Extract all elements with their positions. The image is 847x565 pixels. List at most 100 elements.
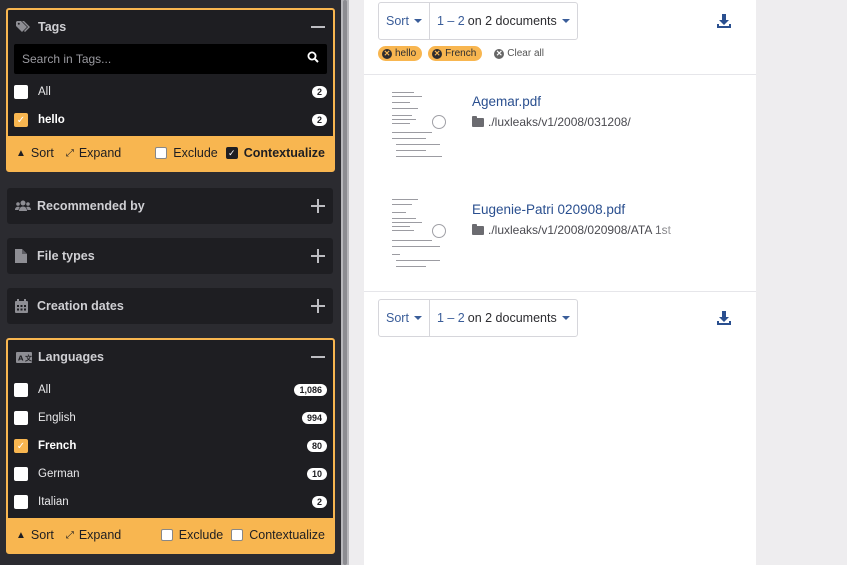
exclude-label: Exclude xyxy=(178,528,224,542)
creation-dates-filter-panel[interactable]: Creation dates xyxy=(7,288,333,324)
file-types-filter-panel[interactable]: File types xyxy=(7,238,333,274)
filter-option-label: hello xyxy=(38,114,65,126)
document-path: ./luxleaks/v1/2008/031208/ xyxy=(472,115,692,129)
pagination-dropdown[interactable]: 1 – 2 on 2 documents xyxy=(428,300,577,336)
clear-all-label: Clear all xyxy=(507,48,544,59)
filter-option-label: French xyxy=(38,440,77,452)
count-badge: 2 xyxy=(311,114,327,126)
expand-button[interactable]: ⤢ Expand xyxy=(66,528,121,542)
languages-panel-footer: ▲ Sort ⤢ Expand Exclude Contextualize xyxy=(8,518,333,552)
checkbox[interactable] xyxy=(155,147,168,159)
file-icon xyxy=(15,249,31,263)
search-icon[interactable] xyxy=(307,50,319,68)
document-title-link[interactable]: Agemar.pdf xyxy=(472,94,541,109)
filter-chip-french[interactable]: ✕ French xyxy=(428,46,483,61)
caret-down-icon xyxy=(561,316,570,320)
checkbox[interactable] xyxy=(14,467,28,481)
contextualize-label: Contextualize xyxy=(249,528,325,542)
sort-button[interactable]: ▲ Sort xyxy=(16,146,54,160)
download-icon[interactable] xyxy=(716,310,732,326)
checkbox[interactable] xyxy=(14,85,28,99)
download-icon[interactable] xyxy=(716,13,732,29)
pagination-range: 1 – 2 xyxy=(436,14,465,28)
filter-option-all[interactable]: All 2 xyxy=(8,78,333,106)
filter-chip-hello[interactable]: ✕ hello xyxy=(378,46,423,61)
checkbox[interactable] xyxy=(14,383,28,397)
file-types-panel-title: File types xyxy=(37,249,95,263)
file-types-panel-header[interactable]: File types xyxy=(7,238,333,274)
sort-button[interactable]: ▲ Sort xyxy=(16,528,54,542)
pagination-total: on 2 documents xyxy=(467,14,557,28)
contextualize-toggle[interactable]: Contextualize xyxy=(231,528,325,542)
document-thumbnail[interactable] xyxy=(388,88,450,160)
checkbox[interactable] xyxy=(14,495,28,509)
expand-button[interactable]: ⤢ Expand xyxy=(66,146,121,160)
svg-text:A: A xyxy=(18,354,24,362)
filter-chip-label: hello xyxy=(395,48,417,59)
filter-chip-label: French xyxy=(445,48,477,59)
exclude-toggle[interactable]: Exclude xyxy=(160,528,224,542)
count-badge: 994 xyxy=(301,412,327,424)
svg-text:文: 文 xyxy=(25,353,32,362)
language-icon: A文 xyxy=(16,350,32,364)
document-thumbnail[interactable] xyxy=(388,196,450,268)
count-badge: 10 xyxy=(306,468,327,480)
checkbox[interactable] xyxy=(14,411,28,425)
filter-option-all[interactable]: All 1,086 xyxy=(8,376,333,404)
document-title-link[interactable]: Eugenie-Patri 020908.pdf xyxy=(472,202,625,217)
checkbox[interactable] xyxy=(231,529,244,541)
document-path: ./luxleaks/v1/2008/020908/ATA 1st xyxy=(472,223,692,237)
contextualize-toggle[interactable]: ✓ Contextualize xyxy=(225,146,325,160)
sidebar-scrollbar-thumb[interactable] xyxy=(343,0,347,565)
languages-filter-panel: A文 Languages All 1,086 English 994 ✓ Fre… xyxy=(6,338,335,554)
languages-panel-title: Languages xyxy=(38,350,104,364)
sort-dropdown[interactable]: Sort xyxy=(379,3,429,39)
divider xyxy=(364,291,756,292)
remove-icon[interactable]: ✕ xyxy=(432,48,443,59)
recommended-panel-header[interactable]: Recommended by xyxy=(7,188,333,224)
count-badge: 80 xyxy=(306,440,327,452)
results-toolbar-bottom: Sort 1 – 2 on 2 documents xyxy=(378,299,578,337)
recommended-panel-title: Recommended by xyxy=(37,199,145,213)
expand-plus-icon[interactable] xyxy=(311,299,325,313)
divider xyxy=(364,74,756,75)
expand-plus-icon[interactable] xyxy=(311,249,325,263)
tags-search-input[interactable] xyxy=(22,52,307,66)
document-result[interactable]: Agemar.pdf ./luxleaks/v1/2008/031208/ xyxy=(364,84,756,184)
collapse-icon[interactable] xyxy=(311,350,325,364)
filter-option-hello[interactable]: ✓ hello 2 xyxy=(8,106,333,134)
sort-label: Sort xyxy=(30,146,54,160)
filter-option-italian[interactable]: Italian 2 xyxy=(8,488,333,516)
filter-option-french[interactable]: ✓ French 80 xyxy=(8,432,333,460)
exclude-label: Exclude xyxy=(173,146,218,160)
expand-label: Expand xyxy=(78,146,122,160)
count-badge: 2 xyxy=(311,86,327,98)
creation-dates-panel-header[interactable]: Creation dates xyxy=(7,288,333,324)
checkbox[interactable] xyxy=(160,529,173,541)
recommended-filter-panel[interactable]: Recommended by xyxy=(7,188,333,224)
filter-option-label: All xyxy=(38,384,51,396)
filter-option-english[interactable]: English 994 xyxy=(8,404,333,432)
checkbox-checked[interactable]: ✓ xyxy=(14,439,28,453)
expand-icon: ⤢ xyxy=(65,529,74,541)
contextualize-label: Contextualize xyxy=(243,146,325,160)
pagination-dropdown[interactable]: 1 – 2 on 2 documents xyxy=(428,3,577,39)
tags-panel-header[interactable]: Tags xyxy=(8,10,333,44)
languages-panel-header[interactable]: A文 Languages xyxy=(8,340,333,374)
pagination-range: 1 – 2 xyxy=(436,311,465,325)
collapse-icon[interactable] xyxy=(311,20,325,34)
active-filters: ✕ hello ✕ French ✕ Clear all xyxy=(378,46,544,61)
clear-all-button[interactable]: ✕ Clear all xyxy=(494,48,544,59)
sort-up-icon: ▲ xyxy=(16,147,26,159)
remove-icon[interactable]: ✕ xyxy=(382,48,392,59)
document-result[interactable]: Eugenie-Patri 020908.pdf ./luxleaks/v1/2… xyxy=(364,192,756,292)
checkbox-checked[interactable]: ✓ xyxy=(225,147,238,159)
filter-option-german[interactable]: German 10 xyxy=(8,460,333,488)
checkbox-checked[interactable]: ✓ xyxy=(14,113,28,127)
exclude-toggle[interactable]: Exclude xyxy=(155,146,218,160)
sort-dropdown[interactable]: Sort xyxy=(379,300,429,336)
expand-label: Expand xyxy=(78,528,122,542)
tags-panel-title: Tags xyxy=(38,20,67,34)
expand-plus-icon[interactable] xyxy=(311,199,325,213)
pagination-total: on 2 documents xyxy=(467,311,557,325)
